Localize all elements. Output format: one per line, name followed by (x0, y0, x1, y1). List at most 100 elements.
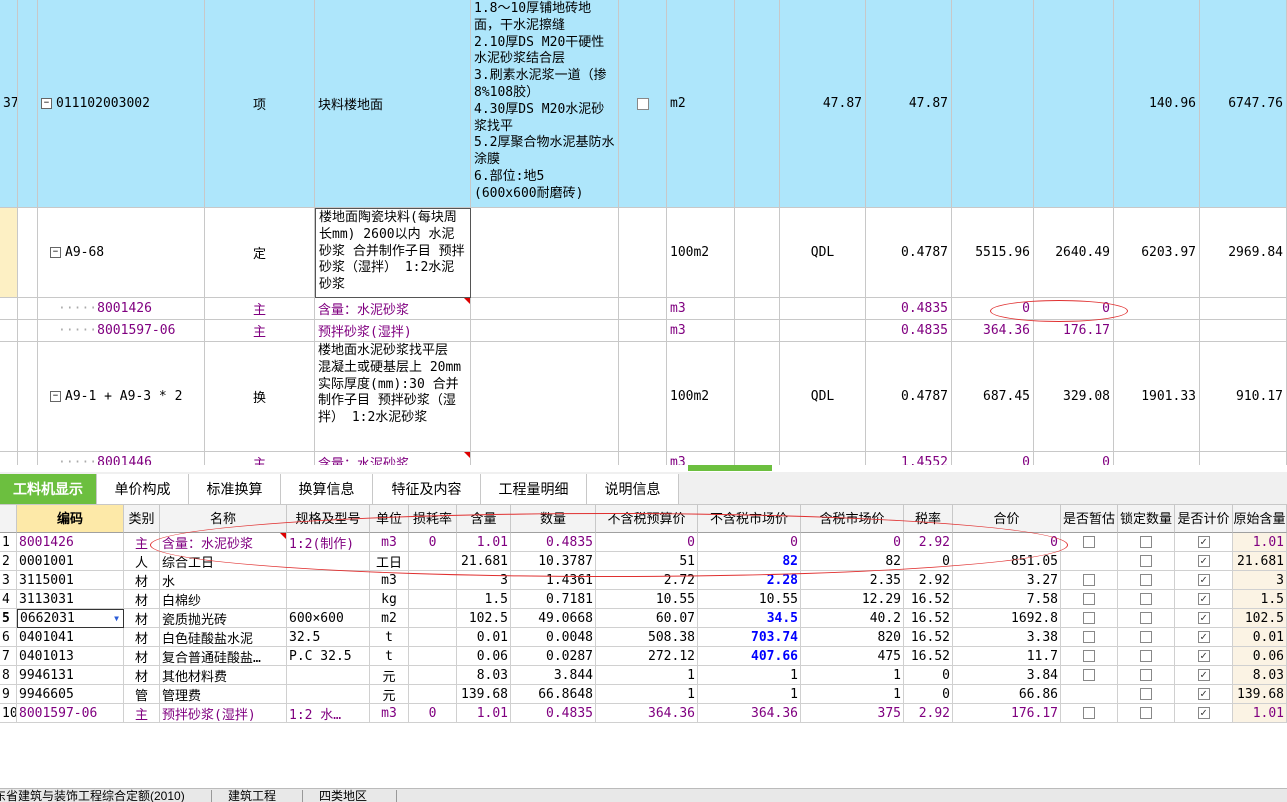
resource-category[interactable]: 材 (124, 571, 160, 590)
checkbox[interactable] (1140, 536, 1152, 548)
resource-unit[interactable]: t (370, 647, 409, 666)
loss-rate[interactable] (409, 590, 457, 609)
header-category[interactable]: 类别 (124, 505, 160, 533)
resource-spec[interactable] (287, 571, 370, 590)
resource-code[interactable]: 0662031 ▼ (17, 609, 124, 628)
content[interactable]: 0.01 (457, 628, 511, 647)
resource-name[interactable]: 白色硅酸盐水泥 (160, 628, 287, 647)
resource-spec[interactable]: 32.5 (287, 628, 370, 647)
header-original-content[interactable]: 原始含量 (1233, 505, 1287, 533)
checkbox[interactable] (1197, 574, 1210, 586)
checkbox[interactable] (1083, 631, 1095, 643)
total[interactable]: 7.58 (953, 590, 1061, 609)
resource-spec[interactable]: P.C 32.5 (287, 647, 370, 666)
resource-name[interactable]: 预拌砂浆(湿拌) (160, 704, 287, 723)
original-content[interactable]: 1.01 (1233, 704, 1287, 723)
quantity[interactable]: 0.0287 (511, 647, 596, 666)
checkbox[interactable] (1140, 631, 1152, 643)
table-row[interactable]: ····· 8001597-06 主 预拌砂浆(湿拌) m3 0.4835 364… (0, 320, 1287, 342)
loss-rate[interactable] (409, 609, 457, 628)
original-content[interactable]: 21.681 (1233, 552, 1287, 571)
budget-price[interactable]: 364.36 (596, 704, 698, 723)
checkbox[interactable] (1140, 707, 1152, 719)
tax-rate[interactable]: 16.52 (904, 609, 953, 628)
budget-price[interactable]: 10.55 (596, 590, 698, 609)
resource-name[interactable]: 管理费 (160, 685, 287, 704)
market-price[interactable]: 703.74 (698, 628, 801, 647)
tab-description[interactable]: 说明信息 (587, 474, 679, 504)
item-name[interactable]: 楼地面陶瓷块料(每块周长mm) 2600以内 水泥砂浆 合并制作子目 预拌砂浆（… (315, 208, 471, 298)
checkbox[interactable] (1083, 669, 1095, 681)
resource-category[interactable]: 材 (124, 609, 160, 628)
original-content[interactable]: 3 (1233, 571, 1287, 590)
checkbox[interactable] (1140, 574, 1152, 586)
tax-rate[interactable]: 2.92 (904, 571, 953, 590)
table-row[interactable]: 7 0401013 材复合普通硅酸盐… P.C 32.5 t 0.06 0.0287 272.… (0, 647, 1287, 666)
checkbox[interactable] (1197, 688, 1210, 700)
total[interactable]: 3.27 (953, 571, 1061, 590)
content[interactable]: 8.03 (457, 666, 511, 685)
checkbox[interactable] (1083, 593, 1095, 605)
tab-conversion-info[interactable]: 换算信息 (281, 474, 373, 504)
table-row[interactable]: ····· 8001446 主 含量：水泥砂浆 m3 1.4552 0 0 (0, 452, 1287, 465)
original-content[interactable]: 0.01 (1233, 628, 1287, 647)
table-row[interactable]: 89946131材其他材料费元8.033.84411103.848.03 (0, 666, 1287, 685)
tax-rate[interactable]: 16.52 (904, 628, 953, 647)
tab-standard-conversion[interactable]: 标准换算 (189, 474, 281, 504)
resource-spec[interactable]: 1:2 水… (287, 704, 370, 723)
resource-code[interactable]: 9946131 (17, 666, 124, 685)
budget-price[interactable]: 508.38 (596, 628, 698, 647)
content[interactable]: 1.01 (457, 704, 511, 723)
budget-price[interactable]: 60.07 (596, 609, 698, 628)
original-content[interactable]: 102.5 (1233, 609, 1287, 628)
tab-unit-price[interactable]: 单价构成 (97, 474, 189, 504)
resource-code[interactable]: 9946605 (17, 685, 124, 704)
table-row[interactable]: − A9-68 定 楼地面陶瓷块料(每块周长mm) 2600以内 水泥砂浆 合并制… (0, 208, 1287, 298)
market-price[interactable]: 407.66 (698, 647, 801, 666)
content[interactable]: 139.68 (457, 685, 511, 704)
original-content[interactable]: 1.5 (1233, 590, 1287, 609)
content[interactable]: 102.5 (457, 609, 511, 628)
checkbox[interactable] (1197, 707, 1210, 719)
checkbox[interactable] (1197, 631, 1210, 643)
checkbox[interactable] (1197, 612, 1210, 624)
tax-rate[interactable]: 0 (904, 685, 953, 704)
resource-category[interactable]: 管 (124, 685, 160, 704)
total[interactable]: 3.38 (953, 628, 1061, 647)
splitter-handle[interactable] (688, 465, 772, 471)
checkbox[interactable] (1140, 650, 1152, 662)
checkbox[interactable] (1140, 555, 1152, 567)
resource-name[interactable]: 复合普通硅酸盐… (160, 647, 287, 666)
market-price-tax[interactable]: 1 (801, 666, 904, 685)
resource-code[interactable]: 0401041 (17, 628, 124, 647)
resource-unit[interactable]: m3 (370, 571, 409, 590)
resource-code[interactable]: 0001001 (17, 552, 124, 571)
market-price[interactable]: 1 (698, 666, 801, 685)
resource-spec[interactable]: 600×600 (287, 609, 370, 628)
budget-price[interactable]: 1 (596, 685, 698, 704)
tab-features[interactable]: 特征及内容 (373, 474, 481, 504)
quantity[interactable]: 0.0048 (511, 628, 596, 647)
resource-category[interactable]: 材 (124, 590, 160, 609)
resource-category[interactable]: 材 (124, 628, 160, 647)
checkbox[interactable] (1083, 612, 1095, 624)
market-price-tax[interactable]: 375 (801, 704, 904, 723)
original-content[interactable]: 0.06 (1233, 647, 1287, 666)
resource-spec[interactable] (287, 590, 370, 609)
collapse-icon[interactable]: − (50, 247, 61, 258)
checkbox[interactable] (1140, 669, 1152, 681)
resource-category[interactable]: 人 (124, 552, 160, 571)
budget-price[interactable]: 1 (596, 666, 698, 685)
loss-rate[interactable] (409, 647, 457, 666)
market-price-tax[interactable]: 40.2 (801, 609, 904, 628)
checkbox[interactable] (1083, 707, 1095, 719)
collapse-icon[interactable]: − (50, 391, 61, 402)
resource-unit[interactable]: t (370, 628, 409, 647)
market-price-tax[interactable]: 12.29 (801, 590, 904, 609)
checkbox[interactable] (1083, 574, 1095, 586)
resource-name[interactable]: 白棉纱 (160, 590, 287, 609)
market-price-tax[interactable]: 820 (801, 628, 904, 647)
tax-rate[interactable]: 0 (904, 666, 953, 685)
table-row[interactable]: 10 8001597-06 主预拌砂浆(湿拌) 1:2 水… m3 0 1.01 0.4835… (0, 704, 1287, 723)
budget-price[interactable]: 272.12 (596, 647, 698, 666)
